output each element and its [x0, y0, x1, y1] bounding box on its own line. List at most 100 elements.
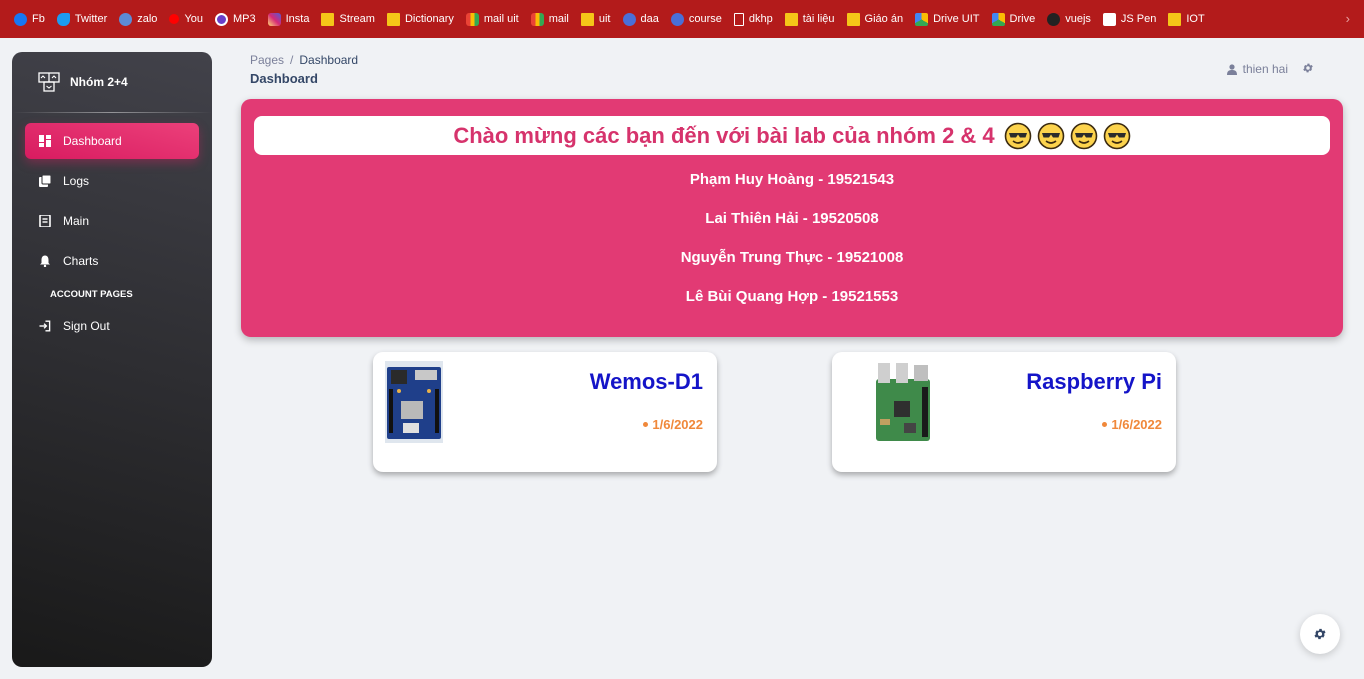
folder-icon: [846, 12, 860, 26]
sidebar-item-label: Sign Out: [63, 319, 110, 333]
bookmark-label: Fb: [32, 13, 45, 25]
bookmark-mail-uit[interactable]: mail uit: [465, 12, 519, 26]
device-date-text: 1/6/2022: [652, 417, 703, 432]
status-dot: [643, 422, 649, 427]
sidebar-item-logs[interactable]: Logs: [25, 163, 199, 199]
bookmark-label: Dictionary: [404, 13, 454, 25]
chevron-right-icon[interactable]: ›: [1346, 11, 1350, 26]
drive-icon: [991, 12, 1005, 26]
sidebar-item-dashboard[interactable]: Dashboard: [25, 123, 199, 159]
bookmark-uit[interactable]: uit: [580, 12, 611, 26]
device-card-raspberry-pi[interactable]: Raspberry Pi 1/6/2022: [832, 352, 1176, 472]
login-icon: [39, 320, 51, 332]
smiling-face-with-sunglasses-icon: [1103, 122, 1130, 149]
folder-icon: [784, 12, 798, 26]
bookmark-fb[interactable]: Fb: [14, 12, 45, 26]
member-item: Phạm Huy Hoàng - 19521543: [689, 171, 895, 188]
youtube-icon: [169, 14, 180, 24]
bookmark-label: Drive UIT: [933, 13, 980, 25]
bookmark-mp3[interactable]: MP3: [215, 12, 256, 26]
mp3-icon: [215, 12, 228, 26]
bookmark-label: You: [184, 13, 203, 25]
bookmark-daa[interactable]: daa: [622, 12, 659, 26]
folder-icon: [321, 12, 335, 26]
gmail-icon: [530, 12, 544, 26]
bookmark-label: Drive: [1009, 13, 1036, 25]
page-title: Dashboard: [250, 71, 318, 86]
bookmark-label: uit: [598, 13, 611, 25]
bookmark-insta[interactable]: Insta: [267, 12, 310, 26]
bookmark-vuejs[interactable]: vuejs: [1047, 12, 1091, 26]
bookmark-js-pen[interactable]: JS Pen: [1102, 12, 1156, 26]
sidebar-item-label: Charts: [63, 254, 99, 268]
bookmark-dictionary[interactable]: Dictionary: [386, 12, 454, 26]
smiling-face-with-sunglasses-icon: [1037, 122, 1064, 149]
bookmark-label: Insta: [285, 13, 310, 25]
folder-icon: [1168, 12, 1182, 26]
gear-icon: [1314, 628, 1326, 640]
logs-icon: [39, 175, 51, 187]
welcome-heading: Chào mừng các bạn đến với bài lab của nh…: [453, 122, 995, 148]
device-card-wemos[interactable]: Wemos-D1 1/6/2022: [373, 352, 717, 472]
device-date-text: 1/6/2022: [1111, 417, 1162, 432]
page-icon: [733, 12, 744, 26]
sidebar-item-label: Dashboard: [63, 134, 122, 148]
bookmarks-bar: Fb Twitter zalo You MP3 Insta Stream Dic…: [0, 0, 1364, 38]
bookmark-drive[interactable]: Drive: [991, 12, 1036, 26]
brand-name: Nhóm 2+4: [70, 75, 128, 89]
bookmark-label: Stream: [339, 13, 375, 25]
bookmark-zalo[interactable]: zalo: [119, 12, 158, 26]
device-date: 1/6/2022: [1102, 417, 1162, 432]
bookmark-label: IOT: [1186, 13, 1205, 25]
facebook-icon: [14, 12, 27, 26]
folder-icon: [386, 12, 400, 26]
sidebar-item-charts[interactable]: Charts: [25, 243, 199, 279]
bookmark-tai-lieu[interactable]: tài liệu: [784, 12, 835, 26]
raspberry-pi-board-image: [874, 361, 932, 443]
bookmark-mail[interactable]: mail: [530, 12, 569, 26]
bookmark-label: daa: [640, 13, 659, 25]
device-name: Wemos-D1: [589, 369, 703, 394]
settings-gear-icon[interactable]: [1302, 61, 1314, 79]
bookmark-label: course: [688, 13, 722, 25]
sidebar-divider: [12, 112, 212, 113]
bookmark-label: dkhp: [748, 13, 773, 25]
bookmark-label: MP3: [233, 13, 256, 25]
bookmark-iot[interactable]: IOT: [1168, 12, 1205, 26]
breadcrumb-current: Dashboard: [299, 53, 359, 67]
sidebar-brand[interactable]: Nhóm 2+4: [12, 52, 212, 112]
bookmark-giao-an[interactable]: Giáo án: [846, 12, 904, 26]
configurator-button[interactable]: [1300, 614, 1340, 654]
codepen-icon: [1102, 12, 1116, 26]
breadcrumb-root[interactable]: Pages: [250, 53, 284, 67]
bookmark-course[interactable]: course: [670, 12, 722, 26]
bookmark-label: zalo: [137, 13, 158, 25]
zalo-icon: [119, 12, 133, 26]
folder-icon: [580, 12, 594, 26]
sidebar-item-sign-out[interactable]: Sign Out: [25, 308, 199, 344]
device-name: Raspberry Pi: [1026, 369, 1162, 394]
sidebar-item-label: Main: [63, 214, 90, 228]
wemos-board-image: [385, 361, 443, 443]
username: thien hai: [1242, 62, 1288, 76]
breadcrumb-separator: /: [290, 53, 294, 67]
smiling-face-with-sunglasses-icon: [1070, 122, 1097, 149]
dashboard-icon: [39, 135, 51, 147]
status-dot: [1102, 422, 1108, 427]
bookmark-twitter[interactable]: Twitter: [56, 12, 108, 26]
bookmark-dkhp[interactable]: dkhp: [733, 12, 773, 26]
member-item: Nguyễn Trung Thực - 19521008: [680, 249, 904, 266]
bookmark-drive-uit[interactable]: Drive UIT: [915, 12, 980, 26]
receipt-icon: [39, 215, 51, 227]
bookmark-stream[interactable]: Stream: [321, 12, 375, 26]
welcome-banner: Chào mừng các bạn đến với bài lab của nh…: [241, 99, 1343, 337]
github-icon: [1047, 12, 1061, 26]
drive-icon: [915, 12, 929, 26]
bookmark-label: Giáo án: [864, 13, 904, 25]
bookmark-youtube[interactable]: You: [169, 13, 203, 25]
sidebar-item-main[interactable]: Main: [25, 203, 199, 239]
user-menu[interactable]: thien hai: [1226, 62, 1288, 76]
bookmark-label: Twitter: [74, 13, 108, 25]
globe-icon: [670, 12, 684, 26]
sidebar: Nhóm 2+4 Dashboard Logs Main Charts ACCO…: [12, 52, 212, 667]
